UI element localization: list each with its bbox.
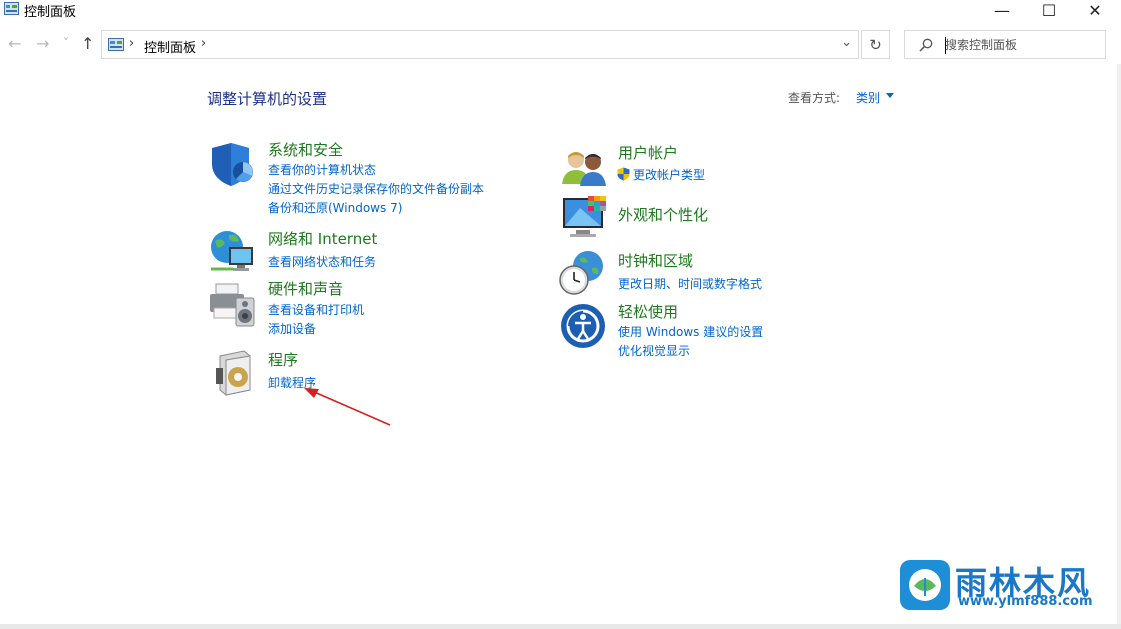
search-box[interactable] (904, 30, 1106, 59)
breadcrumb-control-panel[interactable]: 控制面板 (144, 37, 196, 56)
link-use-recommended-settings[interactable]: 使用 Windows 建议的设置 (618, 323, 763, 340)
network-globe-icon[interactable] (207, 225, 257, 275)
link-view-devices-printers[interactable]: 查看设备和打印机 (268, 301, 364, 318)
programs-disc-icon[interactable] (210, 348, 260, 398)
category-title-hardware-sound[interactable]: 硬件和声音 (268, 278, 343, 299)
address-box[interactable]: › 控制面板 › ⌄ (101, 30, 859, 59)
category-title-network[interactable]: 网络和 Internet (268, 228, 377, 249)
category-title-system-security[interactable]: 系统和安全 (268, 139, 343, 160)
recent-locations-button[interactable]: ˅ (63, 36, 69, 50)
link-backup-restore[interactable]: 备份和还原(Windows 7) (268, 199, 402, 216)
breadcrumb-separator: › (129, 36, 135, 51)
users-icon[interactable] (560, 144, 610, 194)
link-view-computer-status[interactable]: 查看你的计算机状态 (268, 161, 376, 178)
uac-shield-icon (617, 167, 630, 181)
category-title-clock-region[interactable]: 时钟和区域 (618, 250, 693, 271)
bottom-edge (0, 624, 1121, 629)
back-button[interactable]: ← (8, 34, 21, 53)
link-view-network-status[interactable]: 查看网络状态和任务 (268, 253, 376, 270)
category-title-ease-of-access[interactable]: 轻松使用 (618, 301, 678, 322)
link-change-date-time-format[interactable]: 更改日期、时间或数字格式 (618, 275, 762, 292)
scrollbar-track[interactable] (1117, 64, 1121, 629)
link-file-history-backup[interactable]: 通过文件历史记录保存你的文件备份副本 (268, 180, 484, 197)
link-change-account-type-label[interactable]: 更改帐户类型 (633, 168, 705, 182)
clock-globe-icon[interactable] (558, 248, 608, 298)
refresh-button[interactable]: ↻ (861, 30, 890, 59)
category-title-programs[interactable]: 程序 (268, 349, 298, 370)
appearance-monitor-icon[interactable] (560, 194, 610, 244)
category-title-appearance[interactable]: 外观和个性化 (618, 204, 708, 225)
navigation-bar: ← → ˅ ↑ › 控制面板 › ⌄ ↻ (0, 28, 1121, 62)
minimize-button[interactable]: — (979, 0, 1025, 20)
ease-of-access-icon[interactable] (560, 303, 610, 353)
printer-speaker-icon[interactable] (208, 280, 258, 330)
view-by-arrow-icon[interactable] (886, 93, 894, 98)
category-title-user-accounts[interactable]: 用户帐户 (618, 142, 678, 163)
link-add-device[interactable]: 添加设备 (268, 320, 316, 337)
security-shield-icon[interactable] (209, 140, 259, 190)
maximize-button[interactable]: ☐ (1026, 0, 1072, 20)
annotation-arrow (304, 388, 391, 426)
forward-button[interactable]: → (36, 34, 49, 53)
search-icon (919, 38, 933, 52)
breadcrumb-separator[interactable]: › (201, 36, 206, 51)
view-by-dropdown[interactable]: 类别 (856, 89, 880, 106)
watermark-url: www.ylmf888.com (958, 594, 1093, 609)
link-change-account-type[interactable]: 更改帐户类型 (617, 166, 705, 183)
page-heading: 调整计算机的设置 (207, 90, 328, 108)
title-bar: 控制面板 — ☐ ✕ (0, 0, 1121, 22)
close-button[interactable]: ✕ (1072, 0, 1118, 20)
link-optimize-visual-display[interactable]: 优化视觉显示 (618, 342, 690, 359)
address-dropdown-button[interactable]: ⌄ (841, 35, 852, 50)
control-panel-icon (108, 38, 124, 51)
up-button[interactable]: ↑ (81, 34, 94, 53)
watermark-logo-icon (900, 560, 950, 610)
search-input[interactable] (945, 35, 1095, 55)
window-title: 控制面板 (24, 5, 77, 20)
control-panel-icon (4, 2, 19, 15)
watermark: 雨林木风 www.ylmf888.com (900, 560, 1115, 615)
view-by-label: 查看方式: (788, 91, 841, 105)
